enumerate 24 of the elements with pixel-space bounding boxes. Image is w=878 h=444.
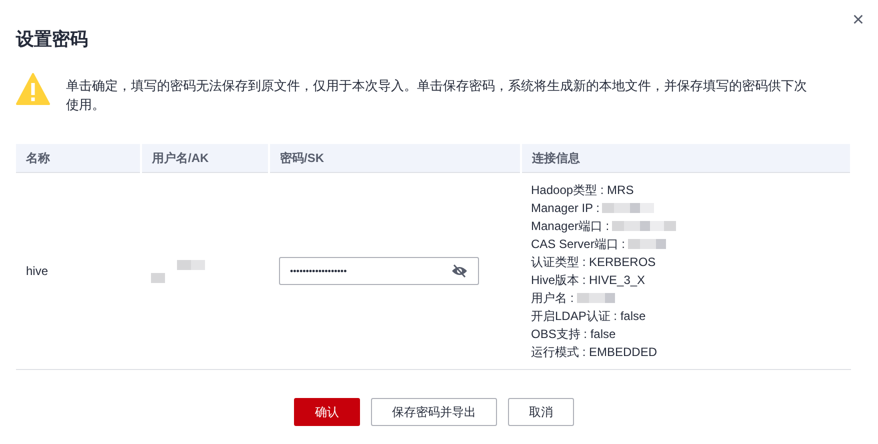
warning-icon xyxy=(16,73,50,105)
info-text: 用户名 : xyxy=(531,290,574,307)
info-text: 运行模式 : EMBEDDED xyxy=(531,344,658,361)
column-header: 连接信息 xyxy=(521,144,851,172)
info-text: 认证类型 : KERBEROS xyxy=(531,254,656,271)
eye-slash-icon[interactable] xyxy=(451,264,468,278)
warning-message: 单击确定，填写的密码无法保存到原文件，仅用于本次导入。单击保存密码，系统将生成新的本地文件，并保存填写的密码供下次使用。 xyxy=(66,77,808,114)
table-cell: hive xyxy=(16,172,141,370)
info-text: Manager IP : xyxy=(531,200,600,217)
info-text: OBS支持 : false xyxy=(531,326,616,343)
dialog-button[interactable]: 保存密码并导出 xyxy=(371,398,497,426)
info-text: Hive版本 : HIVE_3_X xyxy=(531,272,646,289)
dialog-title: 设置密码 xyxy=(16,28,89,51)
column-header: 密码/SK xyxy=(269,144,521,172)
column-header: 用户名/AK xyxy=(141,144,269,172)
column-header: 名称 xyxy=(16,144,141,172)
confirm-button[interactable]: 确认 xyxy=(294,398,360,426)
info-text: Manager端口 : xyxy=(531,218,610,235)
password-field[interactable]: •••••••••••••••••• xyxy=(279,257,479,285)
dialog-button[interactable]: 取消 xyxy=(508,398,574,426)
info-text: 开启LDAP认证 : false xyxy=(531,308,646,325)
info-text: Hadoop类型 : MRS xyxy=(531,182,634,199)
info-text: CAS Server端口 : xyxy=(531,236,626,253)
close-button[interactable]: × xyxy=(850,9,866,31)
